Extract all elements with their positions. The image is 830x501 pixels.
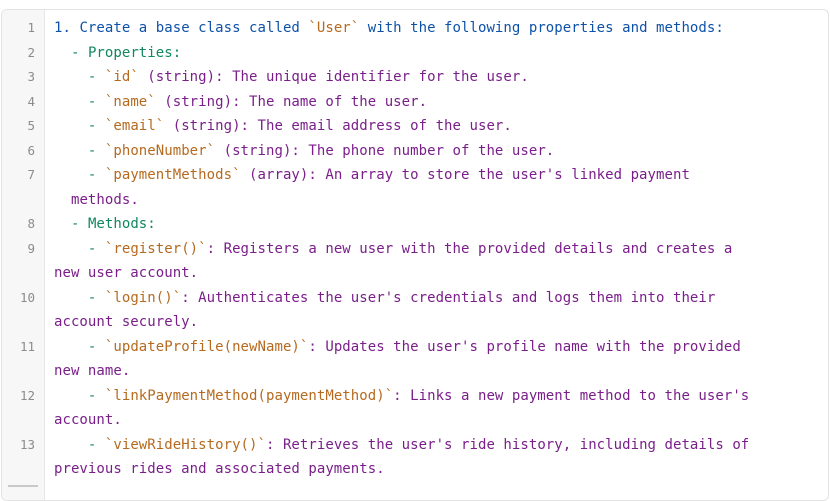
inline-code-span: `paymentMethods` xyxy=(104,167,241,183)
line-number: 4 xyxy=(27,93,35,109)
text-span: : Links a new payment method to the user… xyxy=(393,387,750,404)
text-span: : Retrieves the user's ride history, inc… xyxy=(266,436,750,453)
inline-code-span: `email` xyxy=(104,118,165,134)
code-line[interactable]: 7 - `paymentMethods` (array): An array t… xyxy=(2,163,828,212)
text-span: (array): An array to store the user's li… xyxy=(240,167,690,183)
line-text[interactable]: - `phoneNumber` (string): The phone numb… xyxy=(44,139,828,164)
code-line[interactable]: 3 - `id` (string): The unique identifier… xyxy=(2,65,828,90)
line-number: 1 xyxy=(27,20,35,35)
line-text[interactable]: - `linkPaymentMethod(paymentMethod)`: Li… xyxy=(44,384,828,433)
markdown-editor[interactable]: 1 1. Create a base class called `User` wi… xyxy=(1,9,829,501)
code-line[interactable]: 6 - `phoneNumber` (string): The phone nu… xyxy=(2,139,828,164)
text-span: methods. xyxy=(70,191,139,208)
text-span: Properties: xyxy=(87,44,182,61)
line-number: 6 xyxy=(27,142,35,158)
text-span: account. xyxy=(54,412,122,428)
text-span: new name. xyxy=(54,363,131,379)
line-text[interactable]: - `name` (string): The name of the user. xyxy=(44,90,828,115)
line-number: 3 xyxy=(27,69,35,84)
next-line-number-partial xyxy=(8,485,38,491)
code-line[interactable]: 5 - `email` (string): The email address … xyxy=(2,114,828,139)
text-span: (string): The phone number of the user. xyxy=(215,142,555,159)
inline-code-span: `phoneNumber` xyxy=(104,142,216,159)
list-number-marker: 1. xyxy=(54,20,71,36)
line-number: 12 xyxy=(19,387,35,403)
line-text[interactable]: - `paymentMethods` (array): An array to … xyxy=(44,163,828,212)
text-span: account securely. xyxy=(54,314,199,330)
text-span: with the following properties and method… xyxy=(359,20,724,36)
inline-code-span: `name` xyxy=(104,93,156,110)
code-line[interactable]: 1 1. Create a base class called `User` wi… xyxy=(2,16,828,41)
inline-code-span: `updateProfile(newName)` xyxy=(104,338,309,355)
line-text[interactable]: - `email` (string): The email address of… xyxy=(44,114,828,139)
code-line[interactable]: 4 - `name` (string): The name of the use… xyxy=(2,90,828,115)
inline-code-span: `register()` xyxy=(104,240,207,257)
line-text[interactable]: - `login()`: Authenticates the user's cr… xyxy=(44,286,828,335)
text-span: previous rides and associated payments. xyxy=(54,461,385,477)
inline-code-span: `linkPaymentMethod(paymentMethod)` xyxy=(104,387,394,404)
text-span: (string): The unique identifier for the … xyxy=(138,69,529,85)
line-text[interactable]: - Properties: xyxy=(44,41,828,66)
line-text[interactable]: - `updateProfile(newName)`: Updates the … xyxy=(44,335,828,384)
line-text[interactable]: - `id` (string): The unique identifier f… xyxy=(44,65,828,90)
line-number: 7 xyxy=(27,167,35,182)
line-text[interactable]: - `viewRideHistory()`: Retrieves the use… xyxy=(44,433,828,482)
line-number: 13 xyxy=(19,436,35,452)
line-number: 5 xyxy=(27,118,35,133)
line-number: 8 xyxy=(27,216,35,231)
inline-code-span: `viewRideHistory()` xyxy=(104,436,266,453)
code-line[interactable]: 9 - `register()`: Registers a new user w… xyxy=(2,237,828,286)
text-span: (string): The name of the user. xyxy=(155,93,428,110)
text-span: Methods: xyxy=(87,216,156,232)
text-span: : Authenticates the user's credentials a… xyxy=(181,289,716,306)
code-line[interactable]: 12 - `linkPaymentMethod(paymentMethod)`:… xyxy=(2,384,828,433)
inline-code-span: `User` xyxy=(308,20,360,36)
line-number: 11 xyxy=(19,338,35,354)
text-span: (string): The email address of the user. xyxy=(164,118,512,134)
line-number: 9 xyxy=(27,240,35,256)
line-number: 10 xyxy=(19,289,35,305)
inline-code-span: `id` xyxy=(104,69,139,85)
line-text[interactable]: 1. Create a base class called `User` wit… xyxy=(44,16,828,41)
editor-lines: 1 1. Create a base class called `User` wi… xyxy=(2,16,828,482)
text-span: : Registers a new user with the provided… xyxy=(206,240,733,257)
text-span: new user account. xyxy=(54,265,199,281)
text-span: Create a base class called xyxy=(79,20,309,36)
text-span: : Updates the user's profile name with t… xyxy=(308,338,741,355)
code-line[interactable]: 13 - `viewRideHistory()`: Retrieves the … xyxy=(2,433,828,482)
line-number: 2 xyxy=(27,44,35,60)
code-line[interactable]: 11 - `updateProfile(newName)`: Updates t… xyxy=(2,335,828,384)
line-text[interactable]: - Methods: xyxy=(44,212,828,237)
code-line[interactable]: 2 - Properties: xyxy=(2,41,828,66)
code-line[interactable]: 8 - Methods: xyxy=(2,212,828,237)
line-text[interactable]: - `register()`: Registers a new user wit… xyxy=(44,237,828,286)
code-line[interactable]: 10 - `login()`: Authenticates the user's… xyxy=(2,286,828,335)
inline-code-span: `login()` xyxy=(104,289,182,306)
